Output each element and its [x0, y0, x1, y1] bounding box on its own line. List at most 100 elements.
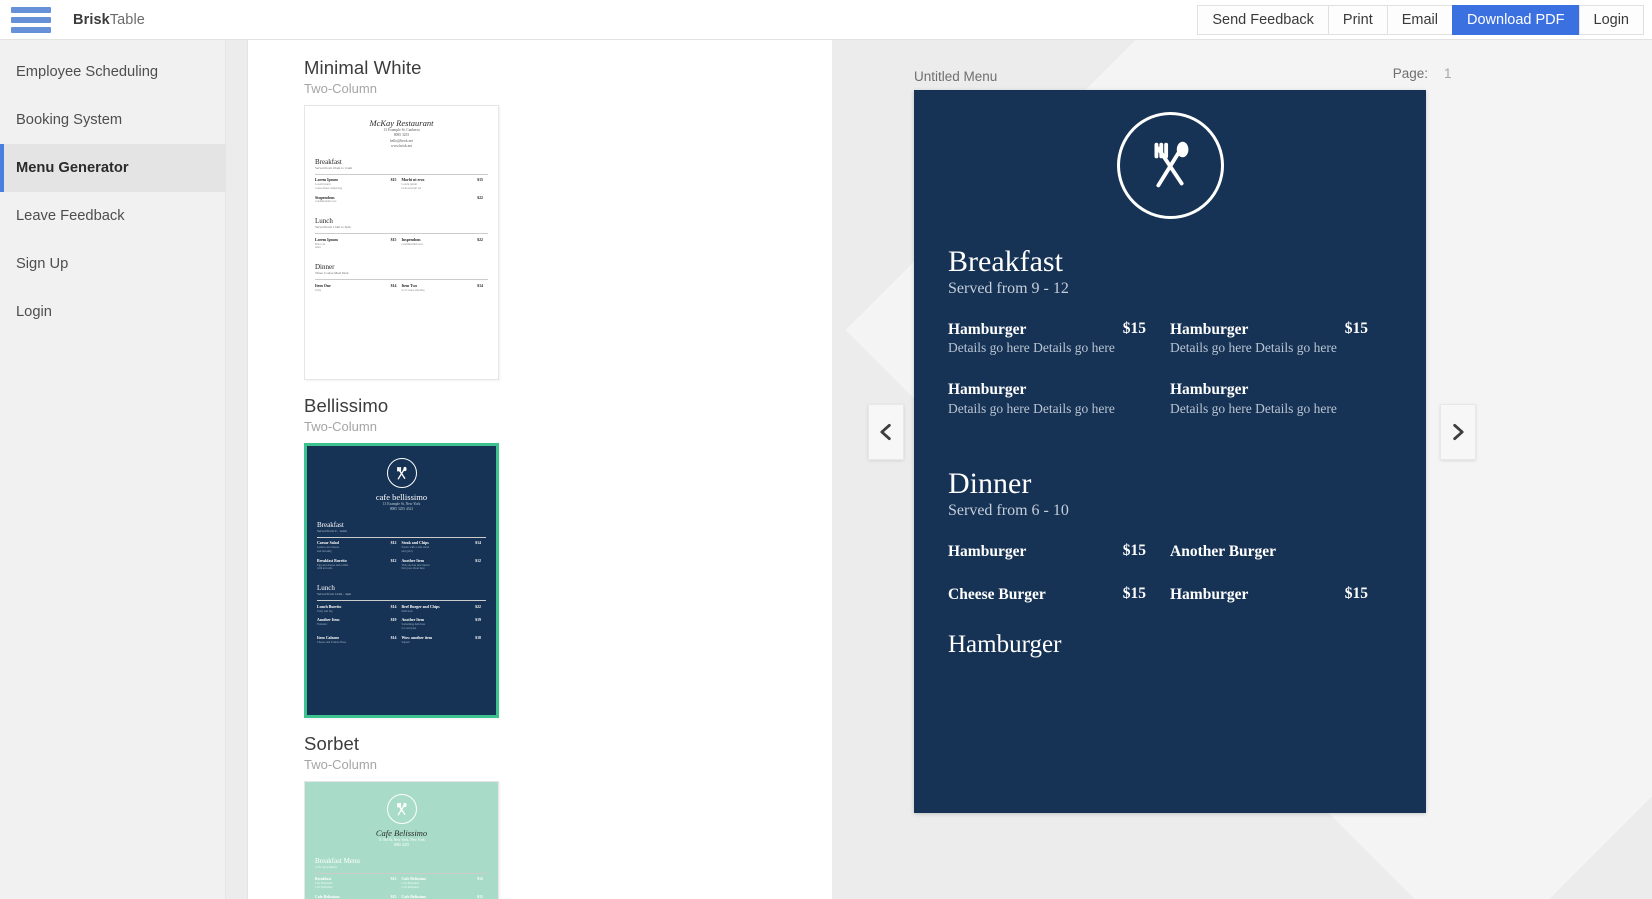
download-pdf-button[interactable]: Download PDF [1452, 4, 1580, 35]
template-card[interactable]: Minimal White Two-Column McKay Restauran… [304, 48, 570, 380]
menu-item[interactable]: Hamburger Details go here Details go here… [1170, 320, 1392, 356]
mini-header: McKay Restaurant 13 Example St, Canberra… [315, 118, 488, 150]
menu-item[interactable]: Hamburger Details go here Details go here… [948, 380, 1170, 416]
menu-item-name[interactable]: Hamburger [1170, 585, 1248, 604]
mini-restaurant-name: Cafe Belissimo [375, 828, 428, 838]
mini-item: Another Item Something delicious for ever… [402, 618, 487, 630]
mini-item-details: Superb [401, 639, 410, 644]
mini-item-price: $14 [390, 283, 397, 288]
mini-item-details: Fantastic [317, 622, 328, 627]
mini-section-subtitle: Cafe Specialties [315, 864, 337, 869]
email-button[interactable]: Email [1386, 4, 1453, 35]
mini-item-text: Cafe Belissimo tasty [315, 895, 340, 899]
menu-item-name[interactable]: Hamburger [948, 380, 1115, 399]
mini-item-price: $15 [477, 178, 483, 183]
mini-item-text: Beef Burger and Chips Delicious [402, 605, 440, 614]
menu-document: Breakfast Served from 9 - 12 Hamburger Det… [914, 90, 1426, 813]
mini-item-price: $15 [390, 178, 397, 183]
template-title: Sorbet [304, 733, 360, 754]
mini-item: Breakfast Cafe Belissimo Cafe Belissimo $… [315, 877, 402, 889]
menu-section-subtitle[interactable]: Served from 6 - 10 [948, 502, 1392, 520]
menu-item-name[interactable]: Cheese Burger [948, 585, 1046, 604]
menu-item-price[interactable]: $15 [1123, 585, 1146, 603]
mini-item-details: Tasty and big [317, 608, 333, 613]
mini-restaurant-address: 11 Old St, New York, New York 8085 2255 [378, 838, 425, 848]
document-title[interactable]: Untitled Menu [914, 69, 997, 84]
mini-item-text: Lorem Ipsum Lorem ipsum consectetuer adip… [315, 178, 342, 190]
mini-item-price: $14 [477, 283, 483, 288]
mini-item-price: $19 [475, 618, 481, 623]
menu-item[interactable]: Hamburger Details go here Details go here… [1170, 380, 1392, 416]
mini-divider [317, 536, 486, 538]
menu-item-name[interactable]: Hamburger [1170, 380, 1337, 399]
menu-item-name[interactable]: Another Burger [1170, 542, 1276, 561]
sidebar-item-leave-feedback[interactable]: Leave Feedback [0, 192, 225, 240]
menu-item-price[interactable]: $15 [1123, 542, 1146, 560]
mini-item: Cafe Belissimo tasty $15 [315, 895, 402, 899]
menu-item-details[interactable]: Details go here Details go here [1170, 401, 1337, 417]
page-number-input[interactable]: 1 [1444, 66, 1462, 81]
menu-item-name[interactable]: Hamburger [948, 320, 1115, 339]
template-thumbnail[interactable]: McKay Restaurant 13 Example St, Canberra… [304, 105, 499, 380]
menu-item-price[interactable]: $15 [1123, 320, 1146, 338]
previous-page-button[interactable] [868, 404, 904, 460]
menu-section-title[interactable]: Breakfast [948, 245, 1392, 278]
next-page-button[interactable] [1440, 404, 1476, 460]
mini-item-text: Cafe Belissimo tasty [402, 895, 427, 899]
mini-items: Item One Tasty $14 Item Two So it tastes… [315, 284, 488, 298]
mini-restaurant-address: 13 Example St, Canberra 8085 3255 hello@br… [383, 128, 420, 149]
sidebar-item-sign-up[interactable]: Sign Up [0, 240, 225, 288]
menu-item-price[interactable]: $15 [1345, 320, 1368, 338]
sidebar-item-booking-system[interactable]: Booking System [0, 96, 225, 144]
fork-spoon-circle-icon [386, 458, 417, 488]
sidebar: Employee Scheduling Booking System Menu … [0, 40, 226, 899]
mini-item-text: Item Two So it tastes amazing [402, 284, 425, 293]
menu-item-details[interactable]: Details go here Details go here [948, 340, 1115, 356]
mini-divider [317, 600, 486, 601]
menu-item[interactable]: Hamburger Details go here Details go here… [948, 320, 1170, 356]
menu-item-text: Hamburger Details go here Details go here [948, 320, 1115, 356]
menu-item-price[interactable]: $15 [1345, 585, 1368, 603]
sidebar-item-login[interactable]: Login [0, 288, 225, 336]
trailing-section-title[interactable]: Hamburger [948, 631, 1392, 659]
hamburger-icon[interactable] [11, 6, 51, 33]
mini-item-details: So it tastes amazing [401, 287, 425, 292]
menu-item[interactable]: Cheese Burger $15 [948, 585, 1170, 604]
sidebar-item-employee-scheduling[interactable]: Employee Scheduling [0, 48, 225, 96]
app-logo[interactable]: BriskTable [73, 12, 145, 28]
menu-item-details[interactable]: Details go here Details go here [948, 401, 1115, 417]
login-button[interactable]: Login [1578, 4, 1644, 35]
menu-item[interactable]: Hamburger $15 [1170, 585, 1392, 604]
mini-item: Item Two So it tastes amazing $14 [402, 284, 489, 293]
template-thumbnail[interactable]: Cafe Belissimo 11 Old St, New York, New … [304, 781, 499, 899]
menu-item-details[interactable]: Details go here Details go here [1170, 340, 1337, 356]
mini-item-details: Cafe Belissimo Cafe Belissimo [315, 881, 333, 890]
menu-section-title[interactable]: Dinner [948, 467, 1392, 500]
send-feedback-button[interactable]: Send Feedback [1197, 4, 1329, 35]
template-card[interactable]: Bellissimo Two-Column cafe bellissimo 13… [304, 386, 570, 718]
template-thumbnail[interactable]: cafe bellissimo 13 Example St, New York 8… [304, 443, 499, 718]
mini-divider [315, 233, 488, 234]
menu-item-name[interactable]: Hamburger [1170, 320, 1337, 339]
top-bar-actions: Send Feedback Print Email Download PDF L… [1197, 4, 1644, 35]
mini-item-text: Another Item This one has description tha… [402, 559, 430, 571]
menu-item-name[interactable]: Hamburger [948, 542, 1026, 561]
menu-item-text: Cheese Burger [948, 585, 1046, 604]
mini-item-details: Lettuce and cheese and dressing [317, 545, 339, 554]
mini-item-details: Egg and cheese and tortilla with avocado [317, 562, 349, 571]
mini-item-price: $15 [390, 237, 397, 242]
menu-item[interactable]: Hamburger $15 [948, 542, 1170, 561]
mini-section-title: Breakfast Menu [315, 856, 360, 865]
hamburger-bar [11, 6, 51, 13]
template-card[interactable]: Sorbet Two-Column Cafe Belissimo 11 Old … [304, 724, 570, 899]
print-button[interactable]: Print [1327, 4, 1388, 35]
top-bar: BriskTable Send Feedback Print Email Dow… [0, 0, 1652, 40]
mini-item-price: $12 [390, 877, 397, 882]
sidebar-item-menu-generator[interactable]: Menu Generator [0, 144, 225, 192]
menu-item[interactable]: Another Burger $0 [1170, 542, 1392, 561]
mini-item-details: Cafe Belissimo Cafe Belissimo [401, 881, 420, 890]
mini-items: Breakfast Cafe Belissimo Cafe Belissimo $… [315, 877, 488, 899]
menu-section-subtitle[interactable]: Served from 9 - 12 [948, 280, 1392, 298]
mini-section-subtitle: Three Course Meal Deal [315, 271, 349, 276]
mini-item-details: condimentum eros [315, 199, 337, 204]
